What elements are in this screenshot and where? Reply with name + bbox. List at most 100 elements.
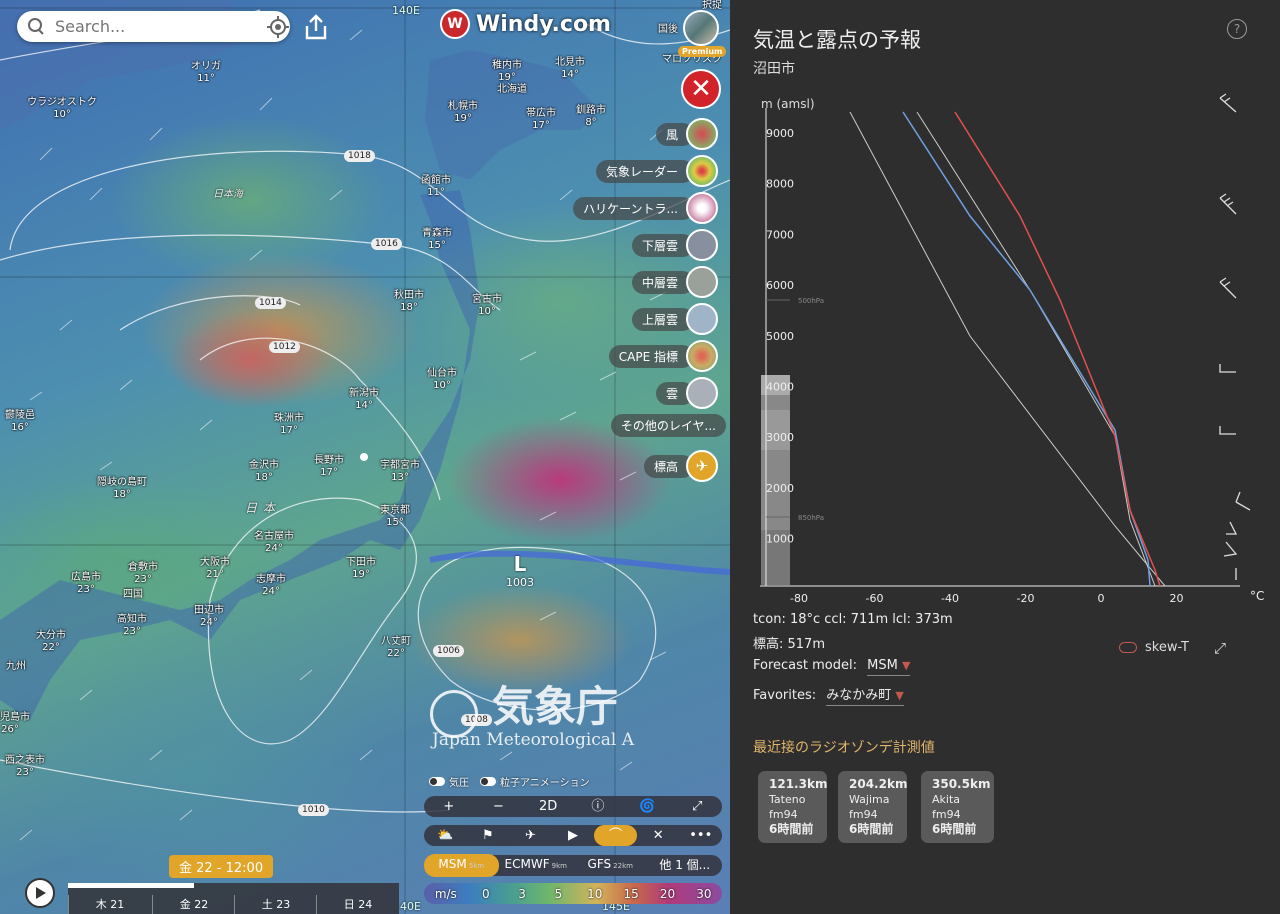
city-label[interactable]: 広島市 23° bbox=[71, 572, 101, 596]
model-msm[interactable]: MSM 5km bbox=[424, 854, 499, 877]
zoom-in-button[interactable]: + bbox=[424, 796, 474, 817]
city-label[interactable]: 長野市 17° bbox=[314, 455, 344, 479]
city-label[interactable]: 志摩市 24° bbox=[256, 574, 286, 598]
weather-icon[interactable]: ⛅ bbox=[424, 825, 467, 846]
city-label[interactable]: 青森市 15° bbox=[422, 228, 452, 252]
y-tick-label: 8000 bbox=[766, 178, 794, 191]
layer-cape[interactable]: CAPE 指標 bbox=[608, 340, 718, 372]
city-label[interactable]: 八丈町 22° bbox=[381, 636, 411, 660]
city-label[interactable]: 新潟市 14° bbox=[349, 388, 379, 412]
layer-clouds[interactable]: 雲 bbox=[655, 377, 718, 409]
model-more[interactable]: 他 1 個... bbox=[648, 855, 723, 876]
jma-logo-icon bbox=[430, 690, 478, 738]
city-label[interactable]: 金沢市 18° bbox=[249, 460, 279, 484]
expand-icon[interactable]: ⤢ bbox=[1214, 639, 1226, 657]
info-icon[interactable]: ⓘ bbox=[573, 796, 623, 817]
model-gfs[interactable]: GFS 22km bbox=[573, 854, 648, 877]
layer-more[interactable]: その他のレイヤ... bbox=[610, 410, 726, 440]
forecast-model-select[interactable]: MSM ▼ bbox=[867, 658, 911, 676]
radiosonde-heading: 最近接のラジオゾンデ計測値 bbox=[753, 740, 935, 756]
radiosonde-card[interactable]: 204.2km Wajima fm94 6時間前 bbox=[838, 771, 907, 843]
help-icon[interactable]: ? bbox=[1227, 19, 1247, 39]
city-label[interactable]: 隠岐の島町 18° bbox=[97, 477, 147, 501]
paraglider-icon[interactable]: ⌒ bbox=[594, 825, 637, 846]
zoom-out-button[interactable]: − bbox=[474, 796, 524, 817]
share-icon[interactable] bbox=[303, 14, 329, 40]
favorites-select[interactable]: みなかみ町 ▼ bbox=[826, 688, 904, 706]
fullscreen-icon[interactable]: ⤢ bbox=[672, 796, 722, 817]
y-tick-label: 5000 bbox=[766, 330, 794, 343]
city-label[interactable]: 西之表市 23° bbox=[5, 755, 45, 779]
isobar-label: 1016 bbox=[371, 238, 402, 250]
layer-low-clouds[interactable]: 下層雲 bbox=[631, 229, 718, 261]
city-label[interactable]: 秋田市 18° bbox=[394, 290, 424, 314]
radiosonde-card[interactable]: 121.3km Tateno fm94 6時間前 bbox=[758, 771, 827, 843]
parcel-info: tcon: 18°c ccl: 711m lcl: 373m bbox=[753, 612, 953, 627]
city-label[interactable]: 仙台市 10° bbox=[427, 368, 457, 392]
cancel-icon[interactable]: ✕ bbox=[637, 825, 680, 846]
close-button[interactable]: ✕ bbox=[681, 69, 721, 109]
city-label[interactable]: 名古屋市 24° bbox=[254, 531, 294, 555]
search-bar[interactable] bbox=[17, 11, 290, 42]
radiosonde-card[interactable]: 350.5km Akita fm94 6時間前 bbox=[921, 771, 994, 843]
toggle-particles[interactable]: 粒子アニメーション bbox=[480, 774, 590, 789]
toggle-switch bbox=[480, 777, 496, 786]
panel-location: 沼田市 bbox=[753, 61, 795, 77]
airport-icon[interactable]: ✈ bbox=[509, 825, 552, 846]
layer-elevation[interactable]: 標高 ✈ bbox=[643, 450, 718, 482]
city-label[interactable]: オリガ 11° bbox=[191, 61, 221, 85]
more-icon[interactable]: ••• bbox=[679, 825, 722, 846]
legend-value: 0 bbox=[481, 886, 490, 901]
dry-adiabat-line bbox=[849, 111, 1166, 587]
hurricane-icon[interactable]: 🌀 bbox=[623, 796, 673, 817]
user-avatar[interactable] bbox=[683, 10, 719, 46]
timeline-day[interactable]: 日 24 bbox=[316, 895, 399, 914]
search-input[interactable] bbox=[53, 16, 267, 37]
city-label[interactable]: 稚内市 19° bbox=[492, 60, 522, 84]
layer-mid-clouds[interactable]: 中層雲 bbox=[631, 266, 718, 298]
flag-icon[interactable]: ⚑ bbox=[467, 825, 510, 846]
toggle-pressure[interactable]: 気圧 bbox=[429, 774, 469, 789]
model-ecmwf[interactable]: ECMWF 9km bbox=[499, 854, 574, 877]
camera-icon[interactable]: ▶ bbox=[552, 825, 595, 846]
city-label[interactable]: 宇都宮市 13° bbox=[380, 460, 420, 484]
locate-icon[interactable] bbox=[267, 15, 289, 38]
layer-hurricane[interactable]: ハリケーントラ... bbox=[573, 192, 718, 224]
city-label[interactable]: 珠洲市 17° bbox=[274, 413, 304, 437]
x-tick-label: -80 bbox=[790, 592, 808, 605]
x-tick-label: 20 bbox=[1170, 592, 1184, 605]
isobar-label: 1018 bbox=[344, 150, 375, 162]
view-mode-button[interactable]: 2D bbox=[523, 796, 573, 817]
windy-logo[interactable]: W Windy.com bbox=[440, 9, 611, 39]
current-time-bubble[interactable]: 金 22 - 12:00 bbox=[169, 855, 274, 878]
city-label[interactable]: 大阪市 21° bbox=[200, 557, 230, 581]
city-label[interactable]: 下田市 19° bbox=[346, 557, 376, 581]
city-label[interactable]: 札幌市 19° bbox=[448, 101, 478, 125]
layer-high-clouds[interactable]: 上層雲 bbox=[631, 303, 718, 335]
weather-map[interactable]: 140E 145E 40E 日本海 日本 択捉 国後 マロソリスク オリガ 11°… bbox=[0, 0, 730, 914]
timeline-day[interactable]: 木 21 bbox=[68, 895, 151, 914]
city-label[interactable]: 鹿児島市26° bbox=[0, 712, 30, 736]
city-label[interactable]: 倉敷市 23° bbox=[128, 562, 158, 586]
city-label[interactable]: ウラジオストク 10° bbox=[27, 97, 97, 121]
skewt-toggle[interactable]: skew-T bbox=[1119, 640, 1189, 655]
city-label[interactable]: 釧路市 8° bbox=[576, 105, 606, 129]
city-label[interactable]: 田辺市 24° bbox=[194, 605, 224, 629]
timeline-day[interactable]: 土 23 bbox=[234, 895, 317, 914]
city-label[interactable]: 東京都 15° bbox=[380, 505, 410, 529]
favorites-row: Favorites: みなかみ町 ▼ bbox=[753, 684, 904, 706]
layer-radar[interactable]: 気象レーダー bbox=[595, 155, 718, 187]
city-label[interactable]: 帯広市 17° bbox=[526, 108, 556, 132]
city-label[interactable]: 大分市 22° bbox=[36, 630, 66, 654]
isobar-label: 1012 bbox=[269, 341, 300, 353]
city-label[interactable]: 函館市 11° bbox=[421, 175, 451, 199]
city-label[interactable]: 鬱陵邑 16° bbox=[5, 410, 35, 434]
sounding-chart[interactable]: m (amsl) 9000800070006000500040003000200… bbox=[730, 90, 1280, 610]
play-button[interactable] bbox=[25, 878, 55, 908]
city-label[interactable]: 北見市 14° bbox=[555, 57, 585, 81]
city-label[interactable]: 宮古市 10° bbox=[472, 294, 502, 318]
timeline-day[interactable]: 金 22 bbox=[152, 895, 235, 914]
timeline-progress[interactable] bbox=[68, 883, 194, 888]
city-label[interactable]: 高知市 23° bbox=[117, 614, 147, 638]
layer-wind[interactable]: 風 bbox=[655, 118, 718, 150]
